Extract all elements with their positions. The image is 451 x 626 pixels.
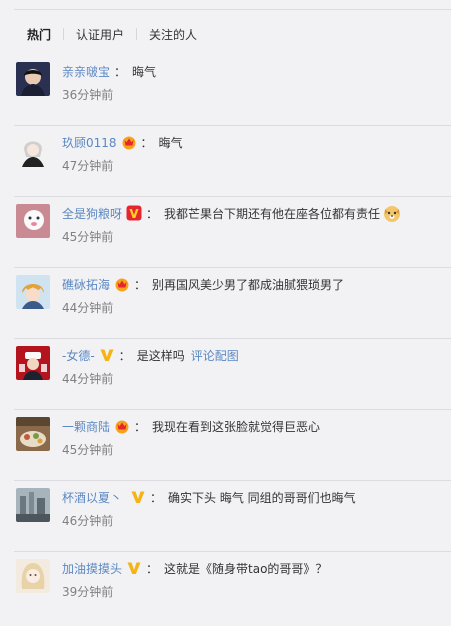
comment-item: -女德- ： 是这样吗 评论配图 44分钟前 [0,339,451,410]
comment-timestamp: 44分钟前 [62,372,114,386]
v-gold-icon [130,489,146,505]
username-link[interactable]: 全是狗粮呀 [62,205,122,222]
comment-item: 玖顾0118 ： 晦气 47分钟前 [0,126,451,197]
comment-timestamp: 39分钟前 [62,585,114,599]
v-gold-icon [126,560,142,576]
comment-text: 是这样吗 [136,348,185,363]
comment-timestamp: 45分钟前 [62,443,114,457]
comment-item: 加油摸摸头 ： 这就是《随身带tao的哥哥》？ 39分钟前 [0,552,451,623]
username-link[interactable]: 杯酒以夏丶 [62,489,122,506]
crown-icon [114,418,130,434]
comment-timestamp: 46分钟前 [62,514,114,528]
comment-timestamp: 44分钟前 [62,301,114,315]
colon-separator: ： [140,135,153,150]
comment-text: 确实下头 晦气 同组的哥哥们也晦气 [168,490,356,505]
colon-separator: ： [146,561,159,576]
avatar[interactable] [16,488,50,522]
avatar[interactable] [16,62,50,96]
avatar[interactable] [16,204,50,238]
username-link[interactable]: 礁砅拓海 [62,276,110,293]
v-gold-icon [99,347,115,363]
colon-separator: ： [118,348,131,363]
comment-image-link[interactable]: 评论配图 [191,347,239,364]
dog-face-icon [382,203,402,223]
colon-separator: ： [114,64,127,79]
username-link[interactable]: 亲亲啵宝 [62,63,110,80]
colon-separator: ： [150,490,163,505]
crown-icon [121,134,137,150]
avatar[interactable] [16,133,50,167]
avatar[interactable] [16,417,50,451]
filter-tabs: 热门 认证用户 关注的人 [27,24,197,44]
avatar[interactable] [16,275,50,309]
username-link[interactable]: -女德- [62,347,95,364]
comment-item: 一颗商陆 ： 我现在看到这张脸就觉得巨恶心 45分钟前 [0,410,451,481]
username-link[interactable]: 加油摸摸头 [62,560,122,577]
colon-separator: ： [134,277,147,292]
tab-verified-users[interactable]: 认证用户 [76,26,124,43]
colon-separator: ： [146,206,159,221]
comment-item: 全是狗粮呀 ： 我都芒果台下期还有他在座各位都有责任 45分钟前 [0,197,451,268]
comment-text: 我都芒果台下期还有他在座各位都有责任 [164,206,381,221]
comment-timestamp: 36分钟前 [62,88,114,102]
comment-text: 我现在看到这张脸就觉得巨恶心 [152,419,321,434]
comment-item: 杯酒以夏丶 ： 确实下头 晦气 同组的哥哥们也晦气 46分钟前 [0,481,451,552]
avatar[interactable] [16,346,50,380]
comment-text: 晦气 [158,135,183,150]
tab-hot[interactable]: 热门 [27,26,51,43]
tab-divider [136,28,138,40]
v-red-icon [126,205,142,221]
colon-separator: ： [134,419,147,434]
comment-item: 亲亲啵宝 ： 晦气 36分钟前 [0,55,451,126]
tab-following[interactable]: 关注的人 [149,26,197,43]
username-link[interactable]: 玖顾0118 [62,134,117,151]
avatar[interactable] [16,559,50,593]
crown-icon [114,276,130,292]
comment-item: 礁砅拓海 ： 别再国风美少男了都成油腻猥琐男了 44分钟前 [0,268,451,339]
comment-text: 别再国风美少男了都成油腻猥琐男了 [152,277,345,292]
comment-panel: 热门 认证用户 关注的人 亲亲啵宝 ： 晦气 36分钟前 玖顾0118 ： 晦气 [0,0,451,626]
top-divider [14,9,451,10]
username-link[interactable]: 一颗商陆 [62,418,110,435]
comment-timestamp: 45分钟前 [62,230,114,244]
comment-text: 这就是《随身带tao的哥哥》？ [164,561,328,576]
comment-timestamp: 47分钟前 [62,159,114,173]
comment-text: 晦气 [132,64,157,79]
tab-divider [63,28,65,40]
